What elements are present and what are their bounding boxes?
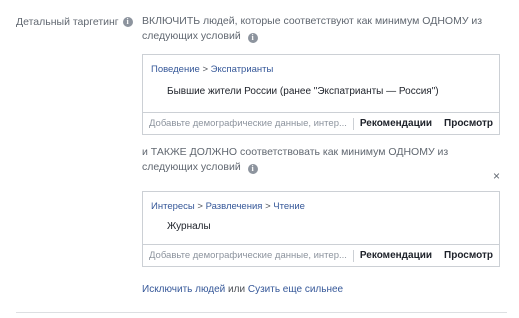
divider: [16, 312, 507, 313]
info-icon[interactable]: i: [247, 33, 258, 43]
breadcrumb: Интересы > Развлечения > Чтение: [151, 201, 305, 212]
breadcrumb-link-reading[interactable]: Чтение: [273, 201, 305, 212]
narrow-heading: и ТАКЖЕ ДОЛЖНО соответствовать как миним…: [142, 145, 502, 175]
detailed-targeting-label: Детальный таргетинг i: [16, 16, 133, 28]
selected-criteria-area: Интересы > Развлечения > Чтение Журналы: [143, 192, 499, 244]
or-text: или: [228, 284, 246, 295]
breadcrumb-separator: >: [202, 64, 208, 75]
search-input[interactable]: Добавьте демографические данные, интер..…: [143, 250, 353, 261]
info-icon[interactable]: i: [247, 164, 258, 174]
selected-criterion[interactable]: Журналы: [167, 221, 211, 232]
breadcrumb-separator: >: [197, 201, 203, 212]
suggestions-button[interactable]: Рекомендации: [354, 250, 438, 261]
breadcrumb-link-behaviors[interactable]: Поведение: [151, 64, 200, 75]
include-heading: ВКЛЮЧИТЬ людей, которые соответствуют ка…: [142, 14, 502, 44]
breadcrumb-separator: >: [265, 201, 271, 212]
narrow-targeting-box: Интересы > Развлечения > Чтение Журналы …: [142, 191, 500, 267]
search-bar: Добавьте демографические данные, интер..…: [143, 112, 499, 134]
close-icon[interactable]: ×: [493, 169, 500, 183]
suggestions-button[interactable]: Рекомендации: [354, 118, 438, 129]
breadcrumb-link-entertainment[interactable]: Развлечения: [206, 201, 263, 212]
search-input[interactable]: Добавьте демографические данные, интер..…: [143, 118, 353, 129]
search-bar: Добавьте демографические данные, интер..…: [143, 244, 499, 266]
breadcrumb-link-interests[interactable]: Интересы: [151, 201, 195, 212]
exclude-people-link[interactable]: Исключить людей: [142, 284, 225, 295]
selected-criteria-area: Поведение > Экспатрианты Бывшие жители Р…: [143, 55, 499, 112]
narrow-further-link[interactable]: Сузить еще сильнее: [248, 284, 343, 295]
breadcrumb: Поведение > Экспатрианты: [151, 64, 273, 75]
browse-button[interactable]: Просмотр: [438, 250, 499, 261]
include-targeting-box: Поведение > Экспатрианты Бывшие жители Р…: [142, 54, 500, 135]
info-icon[interactable]: i: [122, 17, 133, 27]
footer-links: Исключить людей или Сузить еще сильнее: [142, 284, 343, 295]
narrow-heading-text: и ТАКЖЕ ДОЛЖНО соответствовать как миним…: [142, 146, 449, 173]
detailed-targeting-text: Детальный таргетинг: [16, 16, 119, 28]
breadcrumb-link-expats[interactable]: Экспатрианты: [211, 64, 274, 75]
include-heading-text: ВКЛЮЧИТЬ людей, которые соответствуют ка…: [142, 15, 483, 42]
browse-button[interactable]: Просмотр: [438, 118, 499, 129]
selected-criterion[interactable]: Бывшие жители России (ранее "Экспатриант…: [167, 86, 439, 97]
